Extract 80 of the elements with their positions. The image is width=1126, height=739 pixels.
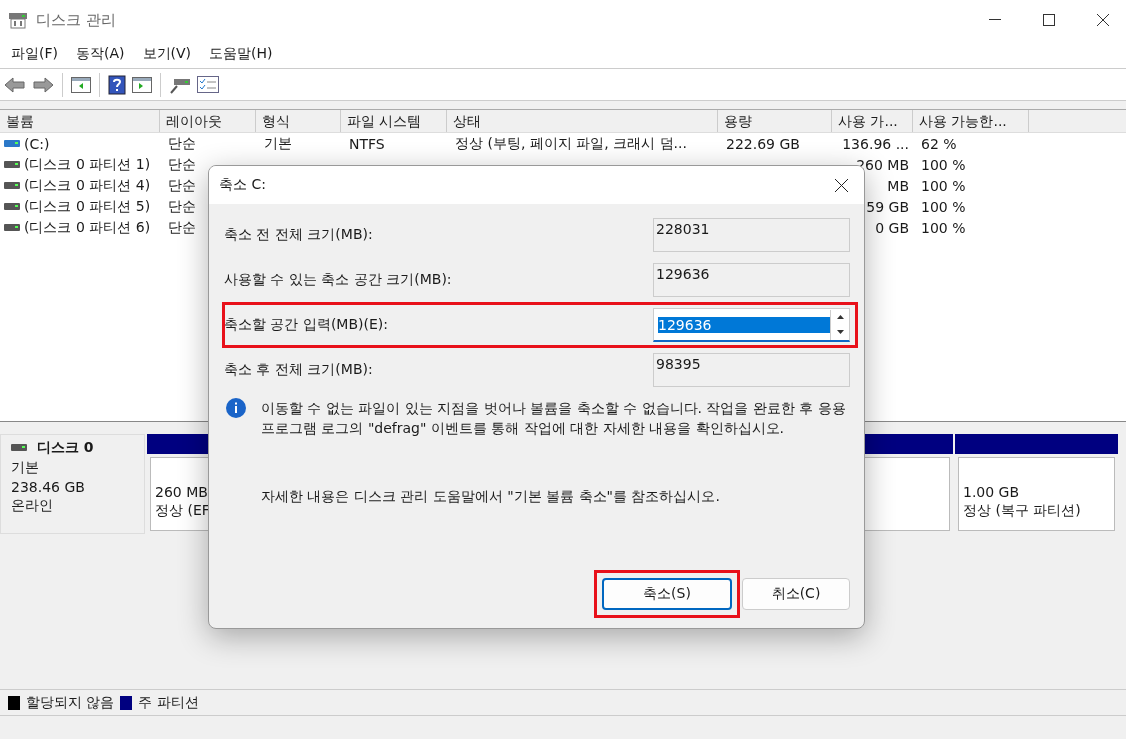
close-icon xyxy=(1097,14,1109,26)
menu-item[interactable]: 동작(A) xyxy=(69,45,132,63)
field-label: 축소 전 전체 크기(MB): xyxy=(224,226,373,244)
disk-icon xyxy=(8,11,28,29)
table-cell: (디스크 0 파티션 6) xyxy=(24,218,151,237)
legend-label: 주 파티션 xyxy=(138,693,199,712)
table-cell: 단순 xyxy=(168,155,196,174)
disk-type: 기본 xyxy=(11,459,40,477)
drive-icon xyxy=(4,180,20,191)
minimize-icon xyxy=(989,19,1001,21)
table-cell: NTFS xyxy=(349,135,385,152)
disk-name: 디스크 0 xyxy=(37,439,94,457)
panel-icon[interactable] xyxy=(71,75,91,94)
table-cell: 단순 xyxy=(168,134,196,153)
input-field[interactable]: 129636 xyxy=(653,308,850,342)
window-title: 디스크 관리 xyxy=(36,10,117,30)
checklist-icon[interactable] xyxy=(197,75,219,94)
table-cell: 62 % xyxy=(921,135,957,152)
column-header[interactable]: 형식 xyxy=(256,110,341,132)
drive-icon xyxy=(4,222,20,233)
menu-item[interactable]: 보기(V) xyxy=(135,45,198,63)
table-cell: 100 % xyxy=(921,177,966,194)
table-cell: 정상 (부팅, 페이지 파일, 크래시 덤... xyxy=(455,134,687,153)
back-icon[interactable] xyxy=(4,75,26,94)
drive-icon xyxy=(11,443,27,453)
table-cell: 100 % xyxy=(921,198,966,215)
table-cell: 59 GB xyxy=(866,198,909,215)
column-header[interactable]: 사용 가... xyxy=(832,110,913,132)
drive-icon xyxy=(4,138,20,149)
dialog-title: 축소 C: xyxy=(219,176,267,194)
dialog-button[interactable]: 축소(S) xyxy=(602,578,732,610)
column-header[interactable]: 사용 가능한... xyxy=(913,110,1029,132)
table-cell: (디스크 0 파티션 5) xyxy=(24,197,151,216)
help-icon[interactable] xyxy=(108,74,126,95)
table-cell: 단순 xyxy=(168,197,196,216)
field-label: 사용할 수 있는 축소 공간 크기(MB): xyxy=(224,271,452,289)
maximize-icon xyxy=(1043,14,1055,26)
table-cell: 100 % xyxy=(921,156,966,173)
down-arrow-icon xyxy=(836,330,844,334)
disk-size: 238.46 GB xyxy=(11,479,86,495)
value-field: 228031 xyxy=(653,218,850,252)
disk-status: 온라인 xyxy=(11,497,54,515)
menu-item[interactable]: 도움말(H) xyxy=(202,45,280,63)
table-cell: (C:) xyxy=(24,135,50,152)
drive-icon xyxy=(4,159,20,170)
column-header[interactable]: 레이아웃 xyxy=(160,110,256,132)
column-header[interactable]: 상태 xyxy=(447,110,718,132)
column-header[interactable]: 파일 시스템 xyxy=(341,110,447,132)
forward-icon[interactable] xyxy=(32,75,54,94)
value-field: 129636 xyxy=(653,263,850,297)
table-cell: 기본 xyxy=(264,134,292,153)
info-message: 이동할 수 없는 파일이 있는 지점을 벗어나 볼륨을 축소할 수 없습니다. 작업을 완료한 후 응용 프로그램 로그의 "defrag" 이벤트를 통해 작업에 대한 자세한 내용을 확인하십시오. xyxy=(261,399,847,438)
up-arrow-icon xyxy=(836,315,844,319)
table-cell: 단순 xyxy=(168,218,196,237)
table-cell: 222.69 GB xyxy=(726,135,800,152)
partition-text: 정상 (EF xyxy=(155,502,211,520)
column-header[interactable]: 용량 xyxy=(718,110,832,132)
dialog-button[interactable]: 취소(C) xyxy=(742,578,850,610)
table-cell: MB xyxy=(887,177,909,194)
info-icon xyxy=(226,398,246,418)
close-icon xyxy=(834,178,848,192)
partition-area[interactable]: 1.00 GB 정상 (복구 파티션) xyxy=(958,457,1115,531)
partition-text: 1.00 GB xyxy=(963,484,1021,500)
field-label: 축소할 공간 입력(MB)(E): xyxy=(224,316,388,334)
partition-text: 260 MB xyxy=(155,484,209,500)
menu-item[interactable]: 파일(F) xyxy=(4,45,65,63)
partition-text: 정상 (복구 파티션) xyxy=(963,502,1082,520)
table-cell: 136.96 ... xyxy=(842,135,909,152)
table-cell: (디스크 0 파티션 1) xyxy=(24,155,151,174)
value-field: 98395 xyxy=(653,353,850,387)
help-message: 자세한 내용은 디스크 관리 도움말에서 "기본 볼륨 축소"를 참조하십시오. xyxy=(261,488,721,506)
drive-icon xyxy=(4,201,20,212)
panel-icon[interactable] xyxy=(132,75,152,94)
column-header[interactable]: 볼륨 xyxy=(0,110,160,132)
table-cell: 100 % xyxy=(921,219,966,236)
field-label: 축소 후 전체 크기(MB): xyxy=(224,361,373,379)
table-cell: 단순 xyxy=(168,176,196,195)
table-cell: (디스크 0 파티션 4) xyxy=(24,176,151,195)
legend-label: 할당되지 않음 xyxy=(26,693,115,712)
table-cell: 0 GB xyxy=(875,219,909,236)
